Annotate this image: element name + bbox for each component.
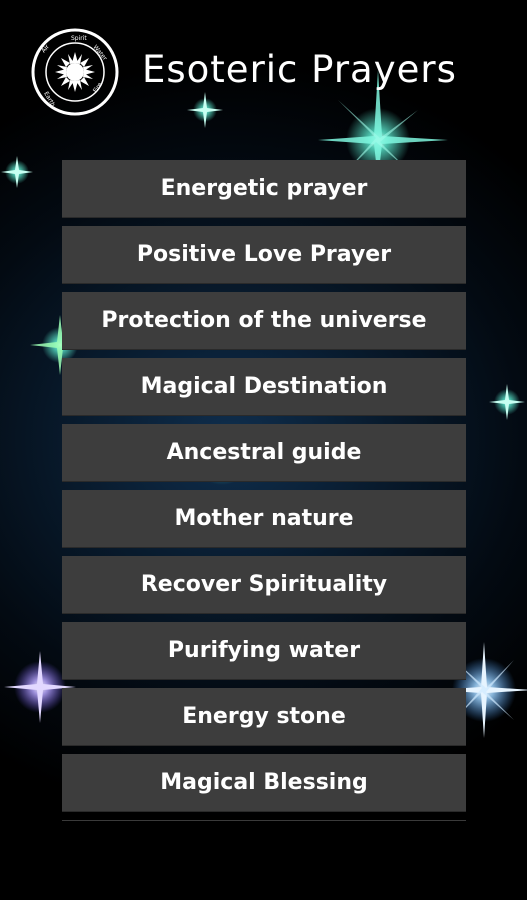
menu-divider	[62, 820, 466, 821]
menu-button-positive-love-prayer[interactable]: Positive Love Prayer	[62, 226, 466, 284]
menu-button-protection-of-the-universe[interactable]: Protection of the universe	[62, 292, 466, 350]
prayer-menu-list: Energetic prayer Positive Love Prayer Pr…	[62, 160, 466, 821]
menu-button-mother-nature[interactable]: Mother nature	[62, 490, 466, 548]
menu-button-magical-destination[interactable]: Magical Destination	[62, 358, 466, 416]
menu-button-magical-blessing[interactable]: Magical Blessing	[62, 754, 466, 812]
sparkle-small-cyan-3	[489, 384, 525, 420]
menu-button-purifying-water[interactable]: Purifying water	[62, 622, 466, 680]
logo-word-water: Water	[91, 44, 108, 62]
app-title: Esoteric Prayers	[142, 48, 457, 91]
logo-word-spirit: Spirit	[71, 35, 87, 42]
menu-button-energetic-prayer[interactable]: Energetic prayer	[62, 160, 466, 218]
menu-button-recover-spirituality[interactable]: Recover Spirituality	[62, 556, 466, 614]
menu-button-ancestral-guide[interactable]: Ancestral guide	[62, 424, 466, 482]
menu-button-energy-stone[interactable]: Energy stone	[62, 688, 466, 746]
zodiac-sun-icon: Spirit Water Fire Earth Air	[31, 28, 119, 116]
app-header: Spirit Water Fire Earth Air Esoteric Pra…	[0, 0, 527, 145]
sparkle-small-cyan-2	[1, 156, 33, 188]
app-screen: Spirit Water Fire Earth Air Esoteric Pra…	[0, 0, 527, 900]
